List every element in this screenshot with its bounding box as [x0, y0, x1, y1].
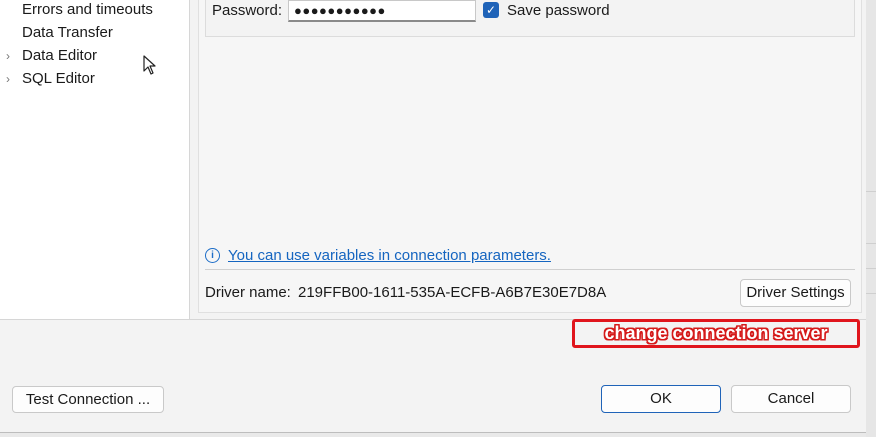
save-password-checkbox[interactable]: ✓ — [483, 2, 499, 18]
connection-settings-dialog: Errors and timeouts Data Transfer › Data… — [0, 0, 867, 433]
ok-button[interactable]: OK — [601, 385, 721, 413]
driver-settings-button[interactable]: Driver Settings — [740, 279, 851, 307]
nav-item-data-transfer[interactable]: Data Transfer — [22, 23, 113, 43]
mouse-cursor-icon — [143, 55, 156, 75]
driver-name-label: Driver name: — [205, 284, 291, 301]
authentication-group: Password: ●●●●●●●●●●● ✓ Save password — [205, 0, 855, 37]
nav-item-errors-and-timeouts[interactable]: Errors and timeouts — [22, 0, 153, 20]
password-field[interactable]: ●●●●●●●●●●● — [288, 0, 476, 22]
nav-item-sql-editor[interactable]: SQL Editor — [22, 69, 95, 89]
save-password-label[interactable]: Save password — [507, 1, 610, 21]
driver-name-value: 219FFB00-1611-535A-ECFB-A6B7E30E7D8A — [298, 284, 607, 301]
expand-chevron-icon[interactable]: › — [6, 46, 16, 66]
cancel-button[interactable]: Cancel — [731, 385, 851, 413]
annotation-text: change connection server — [604, 323, 828, 343]
password-label: Password: — [212, 2, 283, 19]
connection-settings-panel: Password: ●●●●●●●●●●● ✓ Save password i … — [198, 0, 862, 313]
variables-help-link[interactable]: You can use variables in connection para… — [228, 246, 551, 266]
info-icon: i — [205, 248, 220, 263]
nav-item-data-editor[interactable]: Data Editor — [22, 46, 97, 66]
background-window-edge — [866, 0, 876, 437]
expand-chevron-icon[interactable]: › — [6, 69, 16, 89]
annotation-callout: change connection server — [572, 319, 860, 348]
divider — [205, 269, 855, 270]
settings-nav-tree: Errors and timeouts Data Transfer › Data… — [0, 0, 190, 319]
test-connection-button[interactable]: Test Connection ... — [12, 386, 164, 413]
